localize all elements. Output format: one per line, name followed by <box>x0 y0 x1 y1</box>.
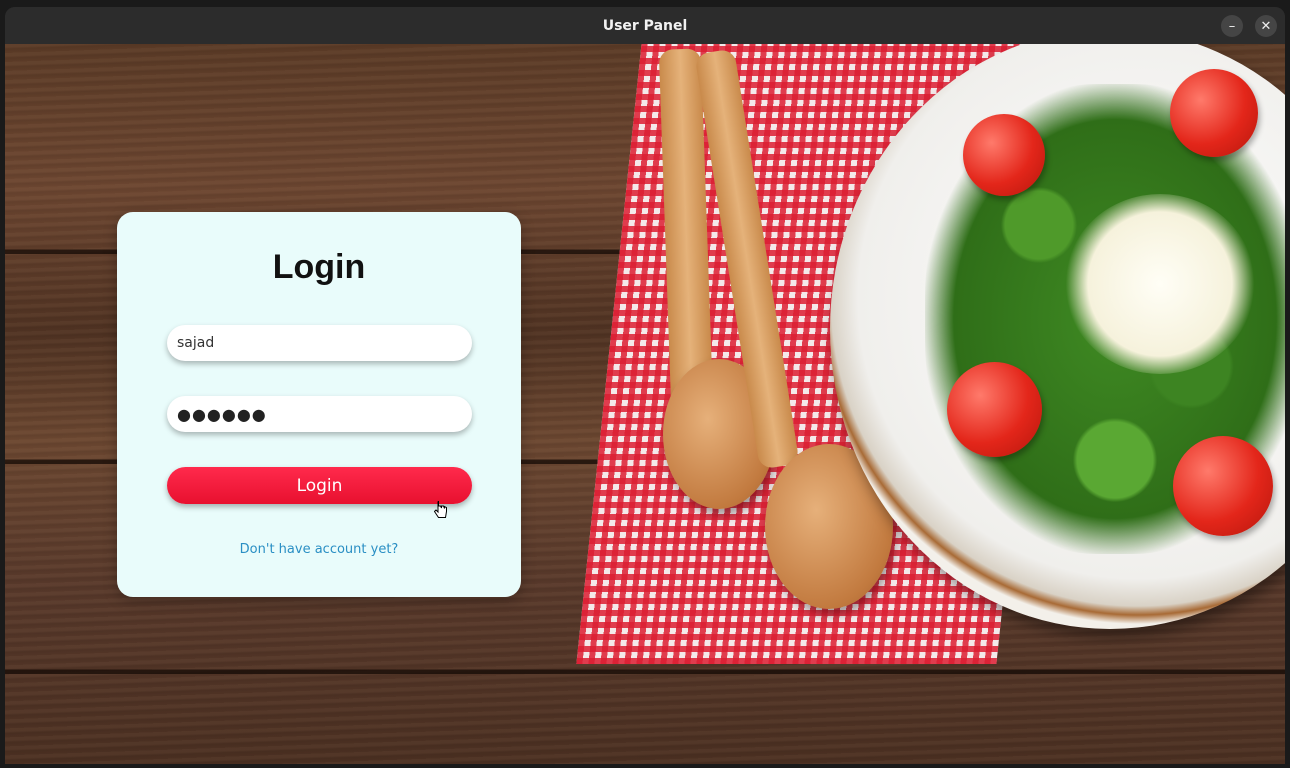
title-bar: User Panel – ✕ <box>5 7 1285 44</box>
password-input[interactable]: ●●●●●● <box>167 396 472 432</box>
tomato-image <box>947 362 1042 457</box>
app-window: User Panel – ✕ Login sajad ●●●●●● Login … <box>5 7 1285 764</box>
pointer-cursor-icon <box>434 501 447 518</box>
close-button[interactable]: ✕ <box>1255 15 1277 37</box>
tomato-image <box>1170 69 1258 157</box>
login-heading: Login <box>272 248 366 286</box>
login-card: Login sajad ●●●●●● Login Don't have acco… <box>117 212 521 597</box>
username-input[interactable]: sajad <box>167 325 472 361</box>
tomato-image <box>1173 436 1273 536</box>
window-title: User Panel <box>602 17 688 34</box>
content-area: Login sajad ●●●●●● Login Don't have acco… <box>5 44 1285 764</box>
login-button[interactable]: Login <box>167 467 472 504</box>
tomato-image <box>963 114 1045 196</box>
cheese-image <box>1065 194 1255 374</box>
signup-link[interactable]: Don't have account yet? <box>117 542 521 557</box>
minimize-button[interactable]: – <box>1221 15 1243 37</box>
